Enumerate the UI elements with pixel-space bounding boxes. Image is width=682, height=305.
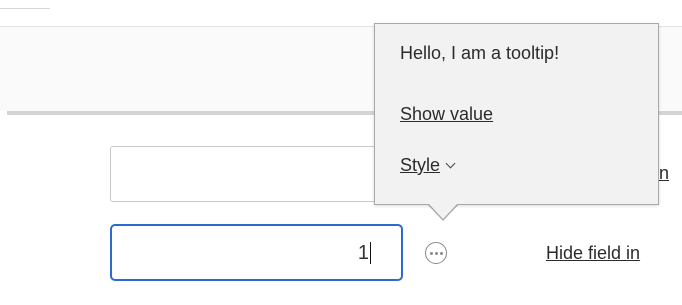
- top-strip: [0, 0, 682, 10]
- show-value-link[interactable]: Show value: [400, 104, 493, 125]
- tooltip-popover: Hello, I am a tooltip! Show value Style: [374, 23, 659, 205]
- chevron-down-icon: [445, 158, 456, 168]
- hide-field-link[interactable]: Hide field in: [546, 243, 640, 264]
- more-options-icon[interactable]: [425, 242, 447, 264]
- text-field-focused[interactable]: 1: [110, 224, 403, 281]
- text-field-focused-value: 1: [357, 241, 369, 264]
- style-link[interactable]: Style: [400, 155, 440, 176]
- tooltip-arrow: [428, 203, 458, 219]
- style-menu-trigger[interactable]: Style: [400, 155, 456, 176]
- tooltip-message: Hello, I am a tooltip!: [400, 43, 560, 63]
- top-tab-edge: [0, 0, 50, 9]
- text-field-empty[interactable]: [110, 146, 402, 202]
- text-caret: [370, 241, 371, 264]
